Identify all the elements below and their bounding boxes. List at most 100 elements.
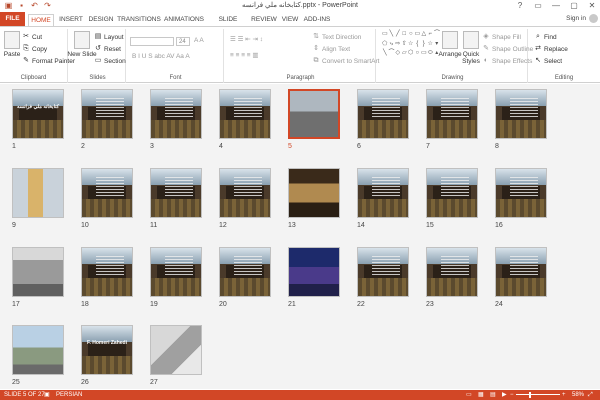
slide-thumbnail[interactable] (81, 168, 133, 218)
reset-icon: ↺ (95, 45, 101, 52)
format-painter-button[interactable]: ✎ Format Painter (22, 57, 75, 65)
slide-caption: كتابخانه ملي فرانسه (17, 104, 59, 110)
tab-insert[interactable]: INSERT (57, 14, 85, 26)
slide-number: 14 (357, 222, 365, 229)
layout-button[interactable]: ▤ Layout (94, 33, 124, 41)
slide-thumbnail[interactable] (426, 168, 478, 218)
reset-button[interactable]: ↺ Reset (94, 45, 121, 53)
help-button[interactable]: ? (514, 0, 526, 11)
section-button[interactable]: ▭ Section (94, 57, 126, 65)
avatar[interactable] (589, 14, 598, 23)
align-text-button[interactable]: ⇕ Align Text (312, 45, 350, 53)
slide-thumbnail[interactable] (12, 168, 64, 218)
shape-fill-button[interactable]: ◈ Shape Fill (482, 33, 521, 41)
tab-design[interactable]: DESIGN (87, 14, 115, 26)
reading-view-icon[interactable]: ▤ (490, 390, 496, 400)
close-button[interactable]: ✕ (586, 0, 598, 11)
tab-view[interactable]: VIEW (280, 14, 300, 26)
convert-smartart-button[interactable]: ⧉ Convert to SmartArt (312, 57, 380, 65)
slide-thumbnail[interactable] (81, 89, 133, 139)
slide-number: 23 (426, 301, 434, 308)
font-style-buttons[interactable]: B I U S abc AV Aa A (132, 53, 190, 60)
shapes-gallery[interactable]: ▭ ╲ ╱ □ ○ ▭ △ ⌐ ⌒ ⬠ ⤷ ⇨ ⇧ ☆{} ☆ ▾ ╲ ⌒ ◇ ▱ ⬡ ○ ▭ ⬭ ▴ (382, 31, 440, 59)
slide-thumbnail[interactable] (150, 247, 202, 297)
slideshow-view-icon[interactable]: ▶ (502, 390, 507, 400)
arrange-button[interactable]: Arrange (438, 31, 462, 58)
slide-number: 1 (12, 143, 16, 150)
quick-styles-button[interactable]: Quick Styles (462, 31, 480, 65)
slide-thumbnail[interactable] (219, 168, 271, 218)
sign-in-link[interactable]: Sign in (566, 15, 586, 22)
tab-review[interactable]: REVIEW (250, 14, 278, 26)
zoom-out-icon[interactable]: − (510, 390, 514, 400)
window-title: كتابخانه ملي فرانسه.pptx - PowerPoint (242, 2, 358, 9)
normal-view-icon[interactable]: ▭ (466, 390, 472, 400)
title-bar: ▣ ▪ ↶ ↷ كتابخانه ملي فرانسه.pptx - Power… (0, 0, 600, 12)
paragraph-group: ☰ ☰ ⇤ ⇥ ↕ ≡ ≡ ≡ ≡ ▥ ⇅ Text Direction ⇕ Ali… (226, 29, 380, 83)
text-direction-icon: ⇅ (313, 33, 319, 40)
font-name-box[interactable] (130, 37, 174, 46)
slide-thumbnail[interactable] (426, 89, 478, 139)
editing-label: Editing (554, 75, 574, 81)
slide-sorter: كتابخانه ملي فرانسه 1 2 3 4 5 6 7 8 9 10 11 12 13 14 15… (0, 84, 600, 389)
select-button[interactable]: ↖ Select (534, 57, 562, 65)
tab-home[interactable]: HOME (28, 14, 54, 26)
shape-outline-button[interactable]: ✎ Shape Outline (482, 45, 533, 53)
scissors-icon: ✂ (23, 33, 29, 40)
slide-thumbnail[interactable] (150, 168, 202, 218)
slide-number: 2 (81, 143, 85, 150)
slide-thumbnail[interactable] (150, 89, 202, 139)
tab-add-ins[interactable]: ADD-INS (303, 14, 331, 26)
fit-slide-icon[interactable]: ⤢ (588, 390, 593, 400)
tab-file[interactable]: FILE (0, 12, 25, 26)
slide-thumbnail[interactable] (495, 247, 547, 297)
align-buttons[interactable]: ≡ ≡ ≡ ≡ ▥ (230, 51, 259, 59)
slide-thumbnail[interactable]: F. Homeri Zahedi (81, 325, 133, 375)
copy-button[interactable]: ⎘ Copy (22, 45, 47, 53)
list-buttons[interactable]: ☰ ☰ ⇤ ⇥ ↕ (230, 35, 263, 43)
paste-button[interactable]: Paste (3, 31, 21, 58)
zoom-level[interactable]: 58% (572, 390, 584, 400)
slide-thumbnail[interactable] (357, 89, 409, 139)
slide-sorter-view-icon[interactable]: ▦ (478, 390, 484, 400)
slide-thumbnail[interactable] (357, 168, 409, 218)
slide-number: 10 (81, 222, 89, 229)
slide-thumbnail[interactable] (219, 89, 271, 139)
minimize-button[interactable]: — (550, 0, 562, 11)
ribbon-display-button[interactable]: ▭ (532, 0, 544, 11)
font-size-box[interactable]: 24 (176, 37, 190, 46)
slide-thumbnail[interactable] (357, 247, 409, 297)
slide-thumbnail[interactable]: كتابخانه ملي فرانسه (12, 89, 64, 139)
slide-thumbnail[interactable] (219, 247, 271, 297)
align-text-icon: ⇕ (313, 45, 319, 52)
slide-thumbnail[interactable] (426, 247, 478, 297)
replace-button[interactable]: ⇄ Replace (534, 45, 568, 53)
slide-thumbnail[interactable] (288, 168, 340, 218)
slide-photo (13, 169, 63, 217)
tab-transitions[interactable]: TRANSITIONS (117, 14, 161, 26)
slide-thumbnail[interactable] (288, 89, 340, 139)
tab-slide-show[interactable]: SLIDE SHOW (208, 14, 248, 35)
tab-animations[interactable]: ANIMATIONS (163, 14, 205, 26)
slide-thumbnail[interactable] (81, 247, 133, 297)
zoom-in-icon[interactable]: + (562, 390, 566, 400)
slide-thumbnail[interactable] (12, 325, 64, 375)
grow-font-button[interactable]: A A (194, 37, 204, 44)
maximize-button[interactable]: ▢ (568, 0, 580, 11)
cut-button[interactable]: ✂ Cut (22, 33, 42, 41)
slide-thumbnail[interactable] (12, 247, 64, 297)
zoom-slider-thumb[interactable] (529, 392, 531, 398)
slide-number: 24 (495, 301, 503, 308)
smartart-icon: ⧉ (313, 57, 319, 64)
slide-thumbnail[interactable] (150, 325, 202, 375)
new-slide-button[interactable]: New Slide (67, 31, 97, 58)
slide-thumbnail[interactable] (495, 168, 547, 218)
zoom-slider[interactable] (516, 394, 560, 395)
slide-thumbnail[interactable] (495, 89, 547, 139)
text-direction-button[interactable]: ⇅ Text Direction (312, 33, 361, 41)
slide-thumbnail[interactable] (288, 247, 340, 297)
language-indicator[interactable]: PERSIAN (56, 390, 82, 400)
shape-effects-button[interactable]: ◐ Shape Effects (482, 57, 532, 65)
find-button[interactable]: ⌕ Find (534, 33, 557, 41)
slide-photo (289, 169, 339, 217)
